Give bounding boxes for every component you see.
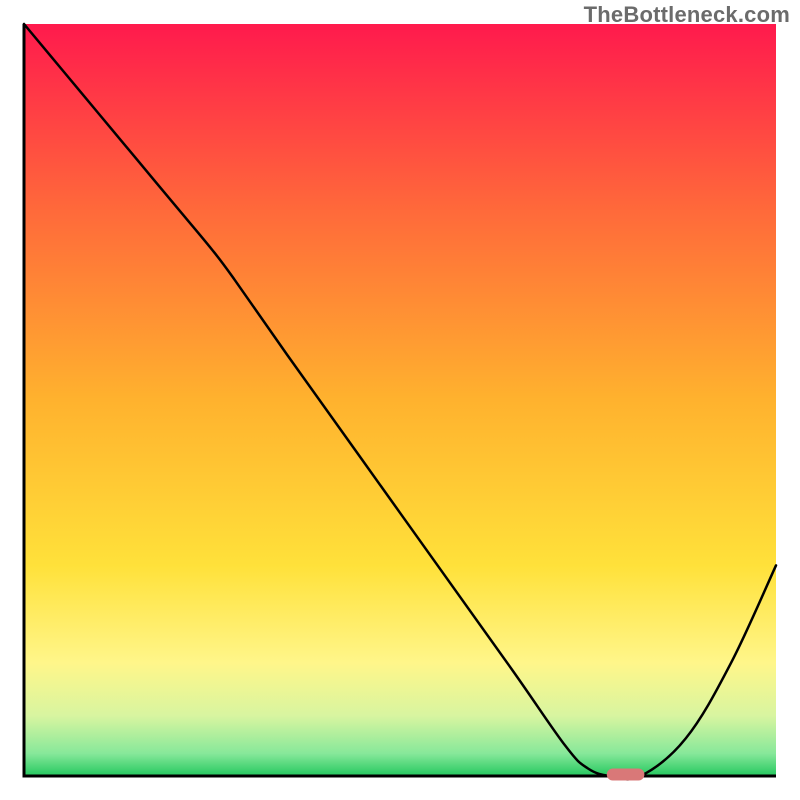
watermark-text: TheBottleneck.com [584, 2, 790, 28]
gradient-background [24, 24, 776, 776]
chart-frame: TheBottleneck.com [0, 0, 800, 800]
minimum-marker [607, 768, 645, 780]
bottleneck-chart [0, 0, 800, 800]
